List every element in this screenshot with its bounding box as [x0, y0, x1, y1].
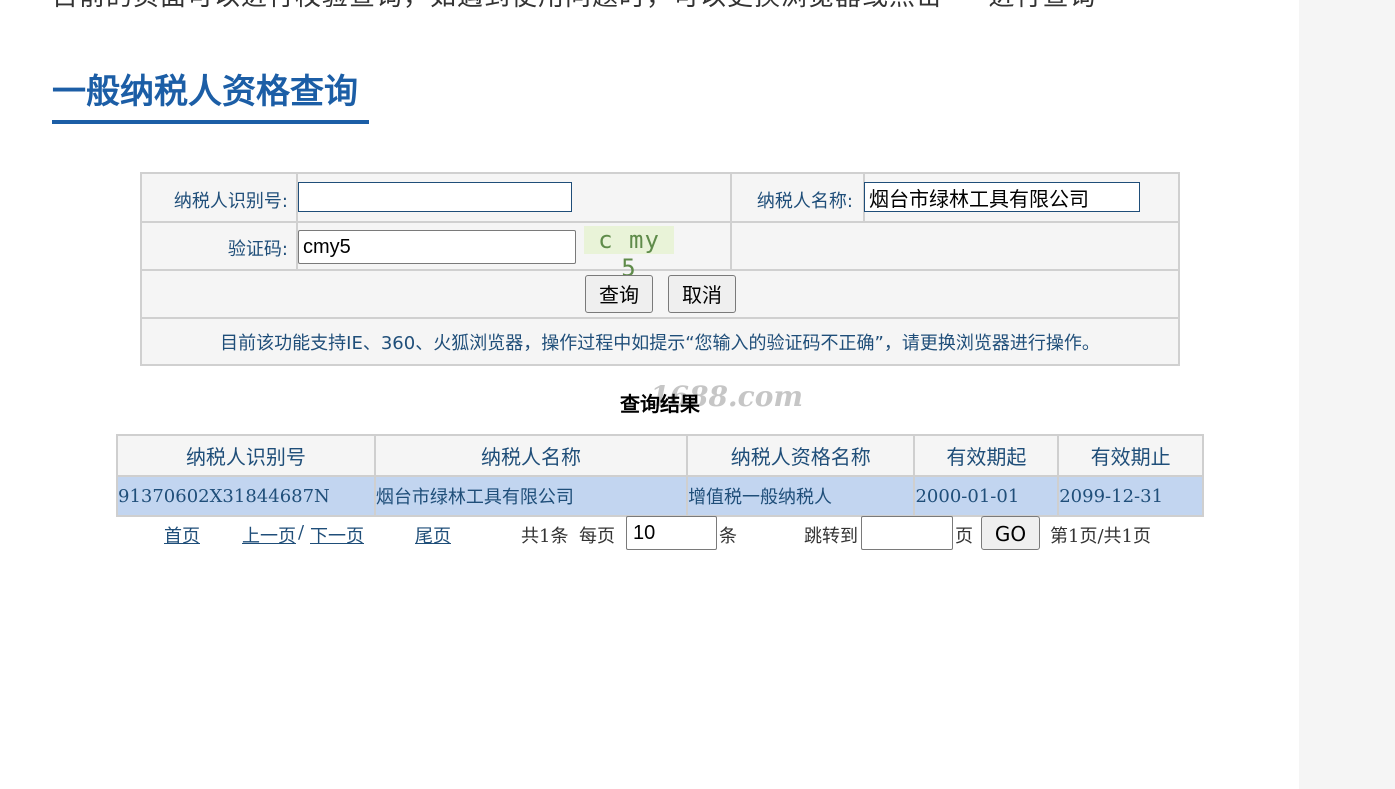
jump-page-input[interactable] [861, 516, 953, 550]
results-table: 纳税人识别号 纳税人名称 纳税人资格名称 有效期起 有效期止 91370602X… [116, 434, 1204, 517]
per-page-input[interactable] [626, 516, 717, 550]
total-count: 共1条 [521, 526, 569, 547]
last-page-link[interactable]: 尾页 [415, 522, 451, 548]
captcha-input[interactable] [298, 230, 576, 264]
title-underline [52, 120, 369, 124]
jump-label: 跳转到 [804, 526, 858, 547]
form-row-ids: 纳税人识别号: 纳税人名称: [142, 174, 1178, 223]
captcha-label: 验证码: [227, 239, 288, 260]
cell-valid-from: 2000-01-01 [913, 475, 1060, 517]
prev-page-link[interactable]: 上一页 [242, 522, 296, 548]
col-header-taxpayer-name: 纳税人名称 [373, 434, 689, 477]
table-row[interactable]: 91370602X31844687N 烟台市绿林工具有限公司 增值税一般纳税人 … [116, 475, 1204, 517]
col-header-taxpayer-id: 纳税人识别号 [116, 434, 376, 477]
query-button[interactable]: 查询 [585, 275, 653, 313]
next-page-link[interactable]: 下一页 [310, 522, 364, 548]
cell-valid-to: 2099-12-31 [1057, 475, 1204, 517]
jump-unit: 页 [955, 526, 973, 547]
col-header-valid-from: 有效期起 [913, 434, 1060, 477]
page-scrollbar[interactable] [1299, 0, 1395, 789]
cell-taxpayer-name: 烟台市绿林工具有限公司 [373, 475, 689, 517]
divider [730, 223, 732, 271]
query-form: 纳税人识别号: 纳税人名称: 验证码: c my 5 查询 取消 目前该功能支持… [140, 172, 1180, 366]
per-page-unit: 条 [719, 526, 737, 547]
taxpayer-name-label: 纳税人名称: [756, 191, 853, 212]
browser-notice: 目前该功能支持IE、360、火狐浏览器，操作过程中如提示“您输入的验证码不正确”… [220, 333, 1100, 354]
form-row-captcha: 验证码: c my 5 [142, 223, 1178, 282]
results-title: 查询结果 [620, 392, 700, 416]
col-header-qualification: 纳税人资格名称 [686, 434, 916, 477]
cancel-button[interactable]: 取消 [668, 275, 736, 313]
first-page-link[interactable]: 首页 [164, 522, 200, 548]
go-button[interactable]: GO [981, 516, 1040, 550]
taxpayer-id-input[interactable] [298, 182, 572, 212]
page-title: 一般纳税人资格查询 [52, 72, 358, 112]
per-page-label: 每页 [579, 526, 615, 547]
taxpayer-id-label: 纳税人识别号: [173, 191, 288, 212]
cell-qualification: 增值税一般纳税人 [686, 475, 916, 517]
pagination: 首页 上一页 / 下一页 尾页 共1条 每页 条 跳转到 页 GO 第1页/共1… [0, 516, 1300, 552]
table-header-row: 纳税人识别号 纳税人名称 纳税人资格名称 有效期起 有效期止 [116, 434, 1204, 477]
page-info: 第1页/共1页 [1050, 526, 1151, 547]
cell-taxpayer-id: 91370602X31844687N [116, 475, 376, 517]
col-header-valid-to: 有效期止 [1057, 434, 1204, 477]
pager-separator: / [298, 522, 305, 543]
form-row-buttons: 查询 取消 [142, 271, 1178, 319]
captcha-image[interactable]: c my 5 [584, 226, 674, 282]
top-intro-text: 目前的页面可以进行校验查询，如遇到使用问题时，可以更换浏览器或点击 一 进行查询 [52, 0, 1097, 13]
form-row-notice: 目前该功能支持IE、360、火狐浏览器，操作过程中如提示“您输入的验证码不正确”… [142, 319, 1178, 364]
taxpayer-name-input[interactable] [864, 182, 1140, 212]
